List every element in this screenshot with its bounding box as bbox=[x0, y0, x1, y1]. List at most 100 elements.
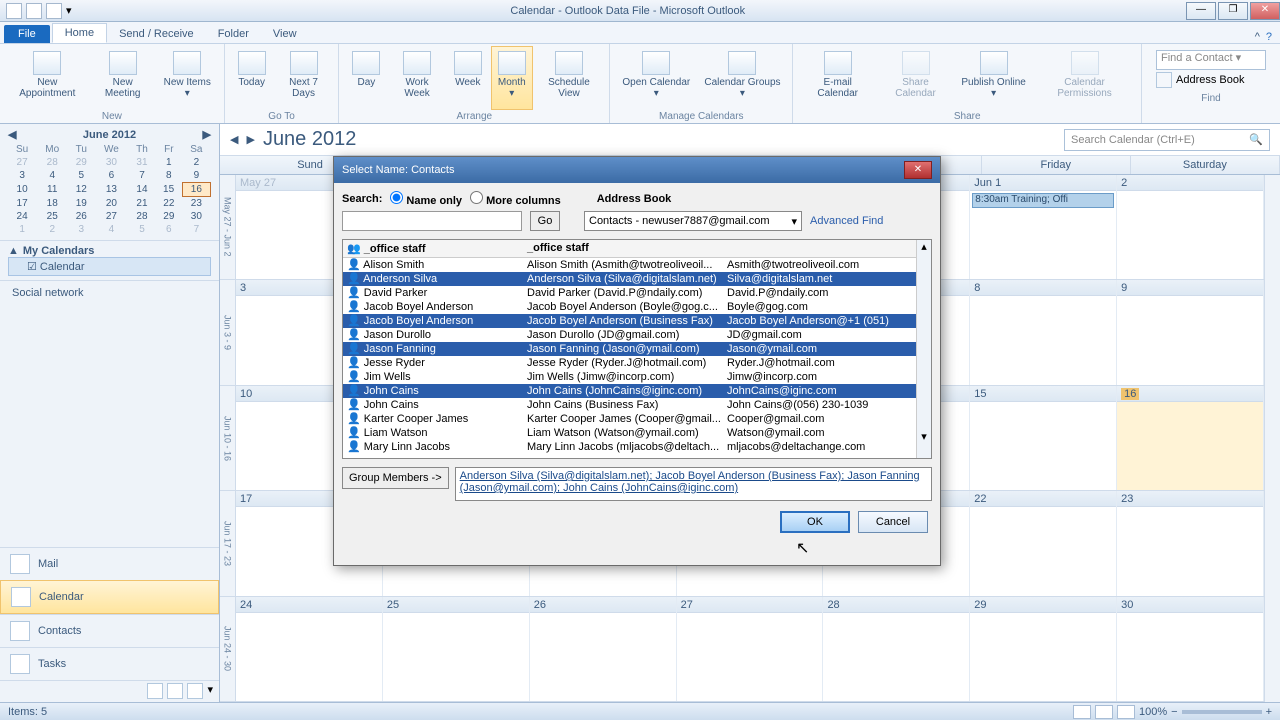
nav-options-icon[interactable] bbox=[187, 683, 203, 699]
ok-button[interactable]: OK bbox=[780, 511, 850, 533]
contact-row[interactable]: 👤 Alison SmithAlison Smith (Asmith@twotr… bbox=[343, 258, 931, 272]
day-cell[interactable]: 2 bbox=[1117, 175, 1264, 279]
day-cell[interactable]: 16 bbox=[1117, 386, 1264, 490]
search-calendar-input[interactable]: Search Calendar (Ctrl+E) 🔍 bbox=[1064, 129, 1270, 151]
calendar-permissions-button[interactable]: Calendar Permissions bbox=[1034, 46, 1135, 110]
calendar-item[interactable]: ☑ Calendar bbox=[8, 257, 211, 276]
view-tab[interactable]: View bbox=[261, 25, 309, 43]
file-tab[interactable]: File bbox=[4, 25, 50, 43]
week-label[interactable]: Jun 24 - 30 bbox=[220, 597, 236, 701]
zoom-in-button[interactable]: + bbox=[1266, 706, 1272, 718]
advanced-find-link[interactable]: Advanced Find bbox=[810, 215, 883, 227]
calendar-event[interactable]: 8:30am Training; Offi bbox=[972, 193, 1114, 208]
day-cell[interactable]: 28 bbox=[823, 597, 970, 701]
help-icon[interactable]: ? bbox=[1266, 31, 1272, 43]
zoom-slider[interactable] bbox=[1182, 710, 1262, 714]
mini-cal-prev[interactable]: ◀ bbox=[8, 128, 16, 141]
contact-row[interactable]: 👤 Jacob Boyel AndersonJacob Boyel Anders… bbox=[343, 300, 931, 314]
schedule-view-button[interactable]: Schedule View bbox=[535, 46, 603, 110]
day-cell[interactable]: Jun 18:30am Training; Offi bbox=[970, 175, 1117, 279]
maximize-button[interactable]: ❐ bbox=[1218, 2, 1248, 20]
social-network-item[interactable]: Social network bbox=[8, 285, 211, 301]
minimize-button[interactable]: — bbox=[1186, 2, 1216, 20]
new-appointment-button[interactable]: New Appointment bbox=[6, 46, 89, 110]
more-columns-radio[interactable]: More columns bbox=[470, 191, 561, 207]
zoom-out-button[interactable]: − bbox=[1171, 706, 1177, 718]
day-cell[interactable]: 15 bbox=[970, 386, 1117, 490]
day-cell[interactable]: 29 bbox=[970, 597, 1117, 701]
next7days-button[interactable]: Next 7 Days bbox=[275, 46, 333, 110]
close-button[interactable]: ✕ bbox=[1250, 2, 1280, 20]
day-cell[interactable]: 8 bbox=[970, 280, 1117, 384]
name-only-radio[interactable]: Name only bbox=[390, 191, 462, 207]
view-reading-icon[interactable] bbox=[1117, 705, 1135, 719]
calendar-groups-button[interactable]: Calendar Groups ▾ bbox=[698, 46, 786, 110]
mini-cal-grid[interactable]: SuMoTuWeThFrSa 2728293031123456789101112… bbox=[8, 143, 211, 236]
day-cell[interactable]: 9 bbox=[1117, 280, 1264, 384]
calendar-scrollbar[interactable] bbox=[1264, 175, 1280, 702]
today-button[interactable]: Today bbox=[231, 46, 273, 110]
contact-list-scrollbar[interactable]: ▴ ▾ bbox=[916, 240, 931, 458]
new-items-button[interactable]: New Items ▾ bbox=[157, 46, 218, 110]
workweek-view-button[interactable]: Work Week bbox=[389, 46, 444, 110]
week-label[interactable]: May 27 - Jun 2 bbox=[220, 175, 236, 279]
nav-contacts[interactable]: Contacts bbox=[0, 614, 219, 647]
nav-shortcut-icon[interactable] bbox=[147, 683, 163, 699]
cal-next[interactable]: ▶ bbox=[246, 133, 254, 146]
week-label[interactable]: Jun 17 - 23 bbox=[220, 491, 236, 595]
month-view-button[interactable]: Month ▾ bbox=[491, 46, 533, 110]
dialog-close-button[interactable]: ✕ bbox=[904, 161, 932, 179]
day-cell[interactable]: 25 bbox=[383, 597, 530, 701]
share-calendar-button[interactable]: Share Calendar bbox=[878, 46, 953, 110]
open-calendar-button[interactable]: Open Calendar ▾ bbox=[616, 46, 696, 110]
nav-mail[interactable]: Mail bbox=[0, 547, 219, 580]
contact-row[interactable]: 👤 Jesse RyderJesse Ryder (Ryder.J@hotmai… bbox=[343, 356, 931, 370]
contact-row[interactable]: 👤 Jacob Boyel AndersonJacob Boyel Anders… bbox=[343, 314, 931, 328]
day-cell[interactable]: 30 bbox=[1117, 597, 1264, 701]
cal-prev[interactable]: ◀ bbox=[230, 133, 238, 146]
nav-configure-icon[interactable]: ▾ bbox=[207, 683, 213, 700]
nav-tasks[interactable]: Tasks bbox=[0, 647, 219, 680]
day-cell[interactable]: 27 bbox=[677, 597, 824, 701]
contact-row[interactable]: 👤 Jim WellsJim Wells (Jimw@incorp.com)Ji… bbox=[343, 370, 931, 384]
week-view-button[interactable]: Week bbox=[447, 46, 489, 110]
find-contact-input[interactable]: Find a Contact ▾ bbox=[1156, 50, 1266, 70]
group-members-box[interactable]: Anderson Silva (Silva@digitalslam.net); … bbox=[455, 467, 932, 501]
mini-cal-next[interactable]: ▶ bbox=[203, 128, 211, 141]
day-cell[interactable]: 23 bbox=[1117, 491, 1264, 595]
contact-row[interactable]: 👤 Karter Cooper JamesKarter Cooper James… bbox=[343, 412, 931, 426]
contact-row[interactable]: 👤 David ParkerDavid Parker (David.P@ndai… bbox=[343, 286, 931, 300]
sendreceive-tab[interactable]: Send / Receive bbox=[107, 25, 206, 43]
contact-row[interactable]: 👤 John CainsJohn Cains (Business Fax)Joh… bbox=[343, 398, 931, 412]
contact-row[interactable]: 👤 Mary Linn JacobsMary Linn Jacobs (mlja… bbox=[343, 440, 931, 454]
email-calendar-button[interactable]: E-mail Calendar bbox=[799, 46, 876, 110]
day-cell[interactable]: 24 bbox=[236, 597, 383, 701]
contact-row[interactable]: 👤 Liam WatsonLiam Watson (Watson@ymail.c… bbox=[343, 426, 931, 440]
view-list-icon[interactable] bbox=[1095, 705, 1113, 719]
dialog-titlebar[interactable]: Select Name: Contacts ✕ bbox=[334, 157, 940, 183]
nav-folder-icon[interactable] bbox=[167, 683, 183, 699]
my-calendars-header[interactable]: ▲ My Calendars bbox=[8, 245, 211, 257]
day-view-button[interactable]: Day bbox=[345, 46, 387, 110]
week-label[interactable]: Jun 3 - 9 bbox=[220, 280, 236, 384]
address-book-select[interactable]: Contacts - newuser7887@gmail.com▾ bbox=[584, 211, 802, 231]
day-cell[interactable]: 22 bbox=[970, 491, 1117, 595]
contact-row[interactable]: 👤 John CainsJohn Cains (JohnCains@iginc.… bbox=[343, 384, 931, 398]
cancel-button[interactable]: Cancel bbox=[858, 511, 928, 533]
contact-row[interactable]: 👤 Anderson SilvaAnderson Silva (Silva@di… bbox=[343, 272, 931, 286]
view-normal-icon[interactable] bbox=[1073, 705, 1091, 719]
week-label[interactable]: Jun 10 - 16 bbox=[220, 386, 236, 490]
group-members-button[interactable]: Group Members -> bbox=[342, 467, 449, 489]
home-tab[interactable]: Home bbox=[52, 23, 107, 43]
new-meeting-button[interactable]: New Meeting bbox=[91, 46, 155, 110]
folder-tab[interactable]: Folder bbox=[206, 25, 261, 43]
go-button[interactable]: Go bbox=[530, 211, 560, 231]
contact-row[interactable]: 👤 Jason DurolloJason Durollo (JD@gmail.c… bbox=[343, 328, 931, 342]
day-cell[interactable]: 26 bbox=[530, 597, 677, 701]
publish-online-button[interactable]: Publish Online ▾ bbox=[955, 46, 1032, 110]
address-book-button[interactable]: Address Book bbox=[1156, 72, 1266, 88]
contact-row[interactable]: 👤 Jason FanningJason Fanning (Jason@ymai… bbox=[343, 342, 931, 356]
nav-calendar[interactable]: Calendar bbox=[0, 580, 219, 614]
qat-undo-icon[interactable] bbox=[46, 3, 62, 19]
minimize-ribbon-icon[interactable]: ^ bbox=[1255, 31, 1260, 43]
